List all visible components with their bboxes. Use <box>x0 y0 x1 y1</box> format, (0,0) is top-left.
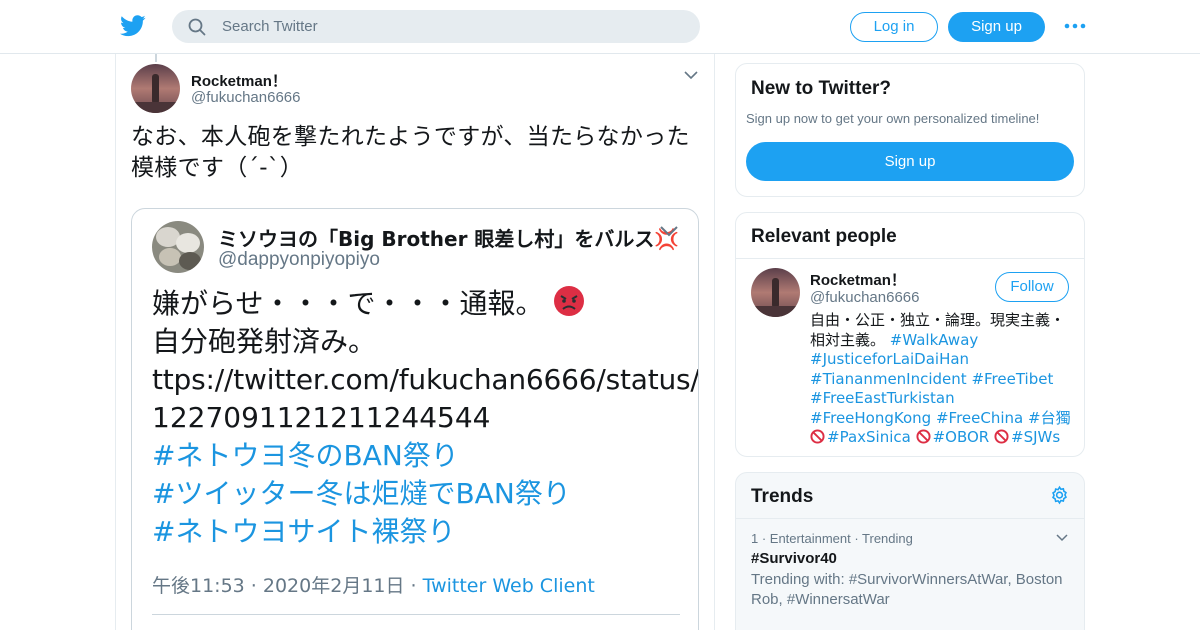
tweet-text: なお、本人砲を撃たれたようですが、当たらなかった模様です（´-`） <box>131 124 690 181</box>
card-title: Trends <box>751 486 814 507</box>
tweet-column: Rocketman！ @fukuchan6666 なお、本人砲を撃たれたようです… <box>115 54 715 630</box>
quoted-line-2: 自分砲発射済み。 <box>152 325 377 358</box>
quoted-avatar <box>152 221 204 273</box>
relevant-people-card: Relevant people Rocketman！ @fukuchan6666… <box>735 212 1085 457</box>
search-input[interactable] <box>222 10 682 43</box>
chevron-down-icon[interactable] <box>684 70 698 80</box>
quoted-time: 午後11:53 · 2020年2月11日 · <box>152 575 423 597</box>
follow-button[interactable]: Follow <box>995 272 1069 302</box>
login-button[interactable]: Log in <box>850 12 938 42</box>
divider <box>736 258 1084 259</box>
chevron-down-icon[interactable] <box>1056 533 1068 542</box>
chevron-down-icon <box>660 226 678 237</box>
card-subtitle: Sign up now to get your own personalized… <box>746 111 1040 126</box>
bio-hashtag[interactable]: #FreeEastTurkistan <box>810 389 955 407</box>
person-bio: 自由・公正・独立・論理。現実主義・相対主義。 #WalkAway #Justic… <box>810 311 1075 448</box>
angry-face-icon <box>554 286 585 316</box>
bio-hashtag[interactable]: #SJWs <box>1011 428 1060 446</box>
bio-hashtag[interactable]: #WalkAway <box>890 331 978 349</box>
quoted-author-name: ミソウヨの「Big Brother 眼差し村」をバルス💢 <box>218 227 680 251</box>
no-entry-icon <box>810 429 825 444</box>
quoted-line-1: 嫌がらせ・・・で・・・通報。 <box>152 287 544 320</box>
quoted-line-4: 1227091121211244544 <box>152 401 491 434</box>
quoted-tweet-text: 嫌がらせ・・・で・・・通報。 自分砲発射済み。 ttps://twitter.c… <box>152 285 699 551</box>
person-handle[interactable]: @fukuchan6666 <box>810 289 919 306</box>
avatar[interactable] <box>131 64 180 113</box>
more-options-icon[interactable] <box>1063 18 1087 34</box>
divider <box>736 518 1084 519</box>
trend-name[interactable]: #Survivor40 <box>751 550 837 567</box>
signup-button[interactable]: Sign up <box>948 12 1045 42</box>
new-to-twitter-card: New to Twitter? Sign up now to get your … <box>735 63 1085 197</box>
quoted-hashtag: #ネトウヨ冬のBAN祭り <box>152 439 459 472</box>
bio-hashtag[interactable]: #台獨 <box>1028 409 1071 427</box>
twitter-bird-logo-icon[interactable] <box>120 14 146 38</box>
no-entry-icon <box>916 429 931 444</box>
bio-hashtag[interactable]: #FreeChina <box>936 409 1023 427</box>
bio-hashtag[interactable]: #FreeHongKong <box>810 409 931 427</box>
thread-connector-line <box>155 54 157 62</box>
trend-related: Trending with: #SurvivorWinnersAtWar, Bo… <box>751 571 1063 608</box>
quoted-timestamp: 午後11:53 · 2020年2月11日 · Twitter Web Clien… <box>152 571 595 598</box>
card-title: New to Twitter? <box>751 78 892 99</box>
quoted-avatar-image <box>152 221 204 273</box>
signup-button[interactable]: Sign up <box>746 142 1074 181</box>
bio-hashtag[interactable]: #OBOR <box>933 428 990 446</box>
search-icon <box>188 18 206 36</box>
bio-hashtag[interactable]: #PaxSinica <box>827 428 911 446</box>
quoted-hashtag: #ネトウヨサイト裸祭り <box>152 515 456 548</box>
quoted-author-handle: @dappyonpiyopiyo <box>218 249 380 270</box>
quoted-line-3: ttps://twitter.com/fukuchan6666/status/ <box>152 363 699 396</box>
person-name[interactable]: Rocketman！ <box>810 269 906 290</box>
card-title: Relevant people <box>751 226 897 247</box>
tweet-author-handle[interactable]: @fukuchan6666 <box>191 89 300 106</box>
top-navigation-bar: Log in Sign up <box>0 0 1200 54</box>
trends-card: Trends 1 · Entertainment · Trending #Sur… <box>735 472 1085 630</box>
search-bar[interactable] <box>172 10 700 43</box>
avatar[interactable] <box>751 268 800 317</box>
bio-hashtag[interactable]: #FreeTibet <box>971 370 1053 388</box>
gear-icon[interactable] <box>1049 485 1070 506</box>
quoted-client: Twitter Web Client <box>422 575 595 597</box>
bio-hashtag[interactable]: #TiananmenIncident <box>810 370 967 388</box>
no-entry-icon <box>994 429 1009 444</box>
tweet-author-name[interactable]: Rocketman！ <box>191 70 287 91</box>
bio-hashtag[interactable]: #JusticeforLaiDaiHan <box>810 350 969 368</box>
trend-meta: 1 · Entertainment · Trending <box>751 531 913 546</box>
quoted-line: 嫌がらせ・・・で・・・通報。 <box>152 285 682 323</box>
avatar-image <box>751 268 800 317</box>
quoted-hashtag: #ツイッター冬は炬燵でBAN祭り <box>152 477 571 510</box>
avatar-image <box>131 64 180 113</box>
divider <box>152 614 680 615</box>
tweet-media-image[interactable]: ミソウヨの「Big Brother 眼差し村」をバルス💢 @dappyonpiy… <box>131 208 699 630</box>
